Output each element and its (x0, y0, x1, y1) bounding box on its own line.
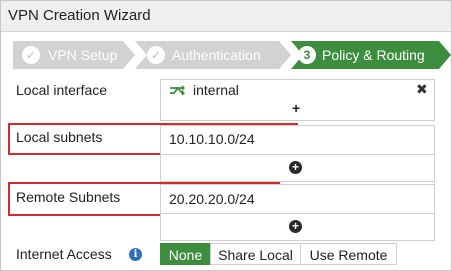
check-icon: ✓ (147, 46, 165, 64)
local-interface-label: Local interface (16, 82, 108, 98)
vpn-wizard-window: VPN Creation Wizard ✓ VPN Setup ✓ Authen… (0, 0, 452, 271)
remote-subnets-value: 20.20.20.0/24 (169, 191, 255, 207)
local-subnets-value: 10.10.10.0/24 (169, 131, 255, 147)
add-interface-icon[interactable]: + (292, 100, 300, 116)
step-number: 3 (298, 46, 316, 64)
wizard-steps: ✓ VPN Setup ✓ Authentication 3 Policy & … (13, 41, 451, 69)
remove-icon[interactable]: ✖ (416, 81, 428, 98)
option-share-local-button[interactable]: Share Local (210, 243, 301, 265)
local-subnets-label: Local subnets (16, 129, 103, 145)
step-vpn-setup[interactable]: ✓ VPN Setup (13, 41, 135, 69)
local-subnets-add-row: + (160, 154, 435, 182)
remote-subnets-add-row: + (160, 213, 435, 241)
add-local-subnet-icon[interactable]: + (289, 161, 302, 174)
window-title: VPN Creation Wizard (8, 7, 151, 24)
option-none-button[interactable]: None (160, 243, 211, 265)
step-authentication[interactable]: ✓ Authentication (135, 41, 291, 69)
remote-subnets-label: Remote Subnets (16, 189, 121, 205)
step-label: Policy & Routing (322, 47, 425, 63)
add-remote-subnet-icon[interactable]: + (289, 220, 302, 233)
info-icon[interactable]: i (129, 248, 142, 261)
step-label: VPN Setup (48, 47, 118, 63)
local-subnets-field[interactable]: 10.10.10.0/24 (160, 125, 435, 155)
local-interface-value: internal (193, 82, 239, 98)
title-bar: VPN Creation Wizard (1, 1, 451, 32)
step-label: Authentication (172, 47, 261, 63)
local-interface-field[interactable]: internal ✖ + (160, 79, 435, 121)
remote-subnets-field[interactable]: 20.20.20.0/24 (160, 184, 435, 214)
option-use-remote-button[interactable]: Use Remote (300, 243, 397, 265)
step-policy-routing[interactable]: 3 Policy & Routing (291, 41, 451, 69)
check-icon: ✓ (22, 46, 40, 64)
interface-icon (169, 84, 186, 102)
internet-access-label: Internet Access (16, 246, 112, 262)
